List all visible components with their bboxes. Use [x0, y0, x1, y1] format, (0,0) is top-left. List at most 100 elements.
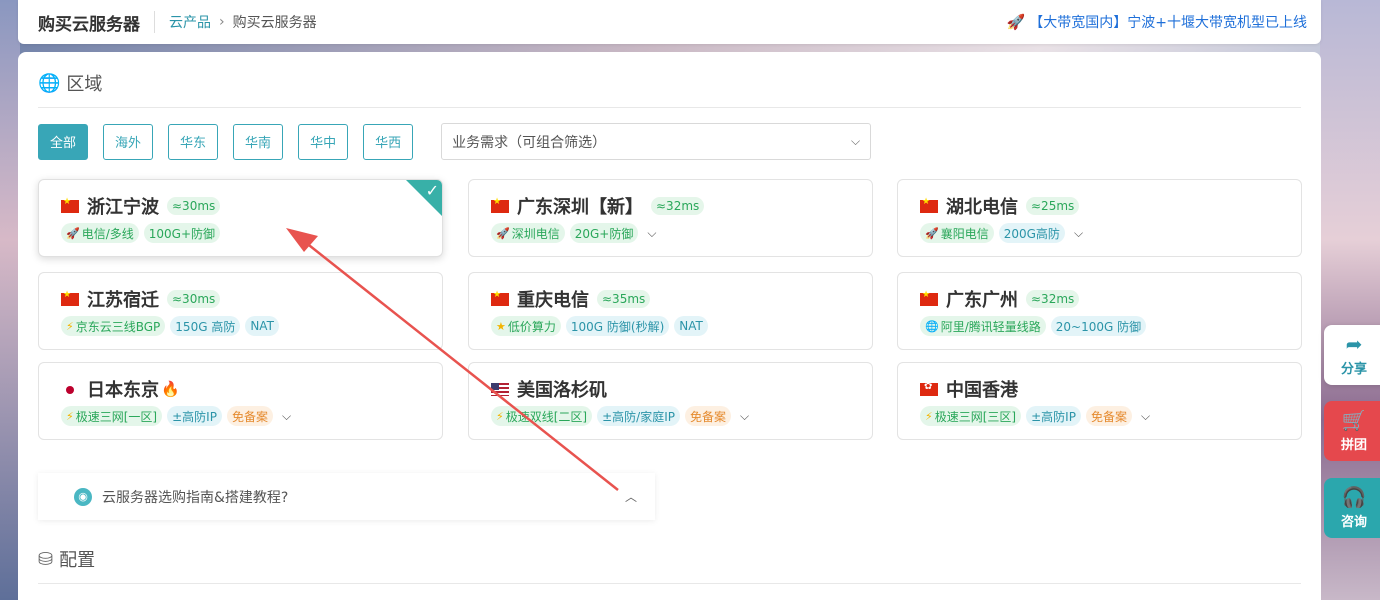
- cn-flag-icon: [61, 290, 79, 306]
- main-panel: 🌐 区域 全部 海外 华东 华南 华中 华西 业务需求（可组合筛选） ⌵ ✓ 浙江…: [18, 52, 1321, 600]
- feature-tag: 🌐 阿里/腾讯轻量线路: [920, 316, 1046, 336]
- cn-flag-icon: [491, 197, 509, 213]
- feature-tag: ±高防/家庭IP: [597, 406, 680, 426]
- globe-icon: 🌐: [38, 72, 61, 94]
- hk-flag-icon: [920, 381, 938, 396]
- chevron-down-icon: ⌵: [850, 134, 861, 148]
- announcement-text: 【大带宽国内】宁波+十堰大带宽机型已上线: [1029, 15, 1307, 31]
- rocket-icon: 🚀: [496, 226, 510, 240]
- cn-flag-icon: [920, 197, 938, 213]
- feature-tag-text: 免备案: [231, 409, 268, 424]
- feature-tag-text: ±高防/家庭IP: [602, 409, 675, 424]
- consult-label: 咨询: [1340, 515, 1367, 530]
- feature-tag: 20G+防御: [569, 223, 639, 243]
- region-title-text: 区域: [66, 74, 103, 95]
- cn-flag-icon: [491, 290, 509, 306]
- feature-tag-text: 低价算力: [507, 319, 556, 334]
- region-card[interactable]: 广东广州 ≈32ms 🌐阿里/腾讯轻量线路 20~100G 防御: [897, 272, 1302, 350]
- latency-badge: ≈32ms: [651, 197, 705, 215]
- region-card[interactable]: ✓ 浙江宁波 ≈30ms 🚀电信/多线 100G+防御: [38, 179, 443, 257]
- divider: [38, 107, 1301, 108]
- chevron-down-icon[interactable]: ⌵: [1141, 409, 1150, 424]
- chevron-down-icon[interactable]: ⌵: [282, 409, 291, 424]
- region-card[interactable]: 湖北电信 ≈25ms 🚀襄阳电信 200G高防 ⌵: [897, 179, 1302, 257]
- region-name: 广东深圳【新】: [517, 197, 643, 218]
- region-card[interactable]: 中国香港 ⚡极速三网[三区] ±高防IP 免备案 ⌵: [897, 362, 1302, 440]
- filter-all-button[interactable]: 全部: [38, 123, 89, 160]
- guide-text: 云服务器选购指南&搭建教程?: [102, 489, 289, 506]
- rocket-icon: 🚀: [66, 226, 80, 240]
- chevron-down-icon[interactable]: ⌵: [647, 226, 656, 241]
- select-placeholder: 业务需求（可组合筛选）: [452, 134, 607, 151]
- share-label: 分享: [1340, 362, 1367, 377]
- feature-tag: 200G高防: [998, 223, 1065, 243]
- feature-tag-text: 深圳电信: [511, 226, 560, 241]
- feature-tag-text: 20G+防御: [574, 226, 634, 241]
- cn-flag-icon: [920, 290, 938, 306]
- fire-icon: 🔥: [161, 380, 180, 398]
- announcement-link[interactable]: 🚀 【大带宽国内】宁波+十堰大带宽机型已上线: [1007, 12, 1307, 32]
- region-section-title: 🌐 区域: [38, 70, 102, 96]
- feature-tag-text: 阿里/腾讯轻量线路: [940, 319, 1041, 334]
- chevron-down-icon[interactable]: ⌵: [1074, 226, 1083, 241]
- filter-east-china-button[interactable]: 华东: [168, 123, 219, 160]
- jp-flag-icon: [61, 382, 79, 396]
- feature-tag: ±高防IP: [167, 406, 222, 426]
- region-name: 中国香港: [946, 380, 1018, 401]
- filter-south-china-button[interactable]: 华南: [233, 123, 284, 160]
- feature-tag: 免备案: [1085, 406, 1132, 426]
- region-name: 日本东京: [87, 380, 159, 401]
- feature-tag-text: 免备案: [1090, 409, 1127, 424]
- region-card[interactable]: 重庆电信 ≈35ms ★低价算力 100G 防御(秒解) NAT: [468, 272, 873, 350]
- breadcrumb-separator: ›: [219, 14, 225, 30]
- guide-collapse[interactable]: ◉ 云服务器选购指南&搭建教程? ︿: [38, 473, 655, 520]
- feature-tag: NAT: [245, 316, 279, 336]
- feature-tag: 免备案: [226, 406, 273, 426]
- region-name: 美国洛杉矶: [517, 380, 607, 401]
- globe-icon: 🌐: [925, 319, 939, 333]
- feature-tag: 🚀 襄阳电信: [920, 223, 994, 243]
- region-card[interactable]: 日本东京 🔥 ⚡ 极速三网[一区] ±高防IP 免备案 ⌵: [38, 362, 443, 440]
- filter-west-china-button[interactable]: 华西: [363, 123, 414, 160]
- chevron-up-icon: ︿: [624, 490, 637, 504]
- feature-tag: 100G+防御: [143, 223, 221, 243]
- divider: [38, 583, 1301, 584]
- region-name: 重庆电信: [517, 290, 589, 311]
- check-icon: ✓: [425, 181, 439, 200]
- latency-badge: ≈25ms: [1026, 197, 1080, 215]
- chevron-down-icon[interactable]: ⌵: [740, 409, 749, 424]
- breadcrumb-cloud-products[interactable]: 云产品: [169, 12, 211, 32]
- feature-tag: 100G 防御(秒解): [565, 316, 670, 336]
- share-button[interactable]: ➦ 分享: [1324, 325, 1380, 385]
- feature-tag-text: 极速三网[三区]: [934, 409, 1017, 424]
- region-name: 浙江宁波: [87, 197, 159, 218]
- feature-tag: 🚀 电信/多线: [61, 223, 139, 243]
- group-buy-label: 拼团: [1340, 438, 1367, 453]
- filter-overseas-button[interactable]: 海外: [103, 123, 154, 160]
- region-name: 江苏宿迁: [87, 290, 159, 311]
- business-need-select[interactable]: 业务需求（可组合筛选） ⌵: [441, 123, 872, 160]
- feature-tag: 免备案: [684, 406, 731, 426]
- feature-tag-text: 100G+防御: [148, 226, 216, 241]
- page-title: 购买云服务器: [38, 14, 140, 35]
- feature-tag-text: 极速三网[一区]: [75, 409, 158, 424]
- feature-tag-text: 100G 防御(秒解): [570, 319, 665, 334]
- region-card[interactable]: 美国洛杉矶 ⚡ 极速双线[二区] ±高防/家庭IP 免备案 ⌵: [468, 362, 873, 440]
- filter-central-china-button[interactable]: 华中: [298, 123, 349, 160]
- group-buy-button[interactable]: 🛒 拼团: [1324, 401, 1380, 461]
- feature-tag: 🚀 深圳电信: [491, 223, 565, 243]
- feature-tag: ⚡ 极速三网[一区]: [61, 406, 163, 426]
- feature-tag: ±高防IP: [1026, 406, 1081, 426]
- cn-flag-icon: [61, 197, 79, 213]
- config-section-title: ⛁ 配置: [38, 546, 95, 572]
- feature-tag-text: 200G高防: [1003, 226, 1060, 241]
- latency-badge: ≈35ms: [597, 290, 651, 308]
- cubes-icon: ⛁: [38, 548, 54, 570]
- region-card[interactable]: 广东深圳【新】 ≈32ms 🚀深圳电信 20G+防御 ⌵: [468, 179, 873, 257]
- region-card[interactable]: 江苏宿迁≈30ms⚡京东云三线BGP150G 高防NAT: [38, 272, 443, 350]
- feature-tag: ⚡ 京东云三线BGP: [61, 316, 166, 336]
- region-name: 广东广州: [946, 290, 1018, 311]
- config-title-text: 配置: [59, 550, 96, 571]
- consult-button[interactable]: 🎧 咨询: [1324, 478, 1380, 538]
- star-icon: ★: [496, 319, 506, 333]
